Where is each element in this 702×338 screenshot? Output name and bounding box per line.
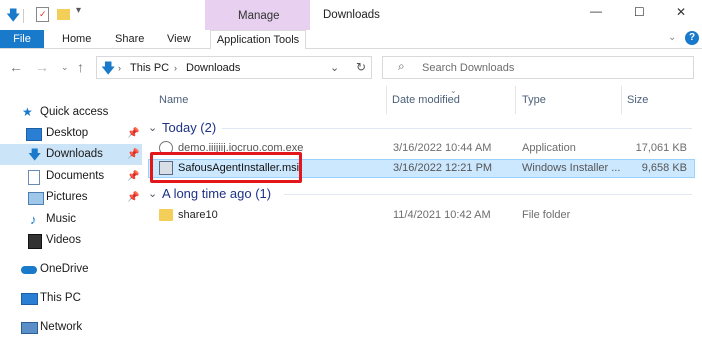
group-divider: [222, 128, 692, 129]
download-location-icon: 🡇: [101, 60, 116, 76]
sidebar-item-network[interactable]: Network: [0, 317, 142, 338]
manage-label: Manage: [238, 10, 280, 22]
column-header-date-modified[interactable]: Date modified: [392, 94, 460, 106]
pin-icon: 📌: [127, 171, 140, 182]
column-divider[interactable]: [515, 86, 516, 114]
expand-ribbon-icon[interactable]: ⌄: [668, 32, 676, 43]
sidebar-item-label: OneDrive: [40, 263, 89, 275]
computer-icon: [21, 293, 38, 305]
file-name: share10: [178, 209, 218, 221]
sidebar-item-this-pc[interactable]: This PC: [0, 288, 142, 309]
tab-home[interactable]: Home: [62, 30, 91, 48]
download-arrow-icon: 🡇: [28, 147, 42, 162]
sidebar-item-onedrive[interactable]: OneDrive: [0, 259, 142, 280]
close-button[interactable]: ✕: [676, 5, 686, 19]
sidebar-item-label: Downloads: [46, 148, 103, 160]
cloud-icon: [21, 266, 37, 274]
sidebar-item-videos[interactable]: Videos: [0, 230, 142, 251]
file-size: 17,061 KB: [635, 142, 687, 154]
quick-access-toolbar-download-icon[interactable]: 🡇: [6, 5, 20, 29]
tab-share[interactable]: Share: [115, 30, 144, 48]
star-icon: ★: [22, 105, 33, 119]
file-row[interactable]: share10 11/4/2021 10:42 AM File folder: [148, 206, 695, 225]
forward-button[interactable]: →: [35, 59, 49, 75]
sidebar-item-documents[interactable]: Documents 📌: [0, 166, 142, 187]
breadcrumb-downloads[interactable]: Downloads: [186, 62, 240, 74]
breadcrumb-separator-icon: ›: [174, 63, 177, 73]
sort-indicator-icon: ⌄: [450, 86, 457, 95]
sidebar-item-label: Pictures: [46, 191, 88, 203]
group-label: A long time ago (1): [162, 186, 272, 201]
refresh-icon[interactable]: ↻: [356, 60, 366, 74]
sidebar-item-downloads[interactable]: 🡇 Downloads 📌: [0, 144, 142, 165]
pin-icon: 📌: [127, 149, 140, 160]
file-size: 9,658 KB: [641, 162, 687, 174]
file-date: 3/16/2022 12:21 PM: [393, 162, 493, 174]
videos-icon: [28, 234, 42, 249]
file-type: Windows Installer ...: [522, 162, 621, 174]
column-divider[interactable]: [621, 86, 622, 114]
back-button[interactable]: ←: [9, 59, 23, 75]
red-highlight-box: [150, 152, 302, 183]
column-header-type[interactable]: Type: [522, 94, 546, 106]
tab-view[interactable]: View: [167, 30, 191, 48]
column-header-name[interactable]: Name: [159, 94, 188, 106]
sidebar-item-label: Music: [46, 213, 77, 225]
search-icon: ⌕: [398, 59, 405, 73]
group-label: Today (2): [162, 120, 217, 135]
ribbon-tab-strip: [0, 30, 702, 49]
help-icon[interactable]: ?: [685, 31, 699, 45]
pictures-icon: [28, 192, 44, 205]
customize-toolbar-icon[interactable]: ▾: [76, 5, 81, 16]
sidebar-item-label: Videos: [46, 234, 81, 246]
file-type: Application: [522, 142, 576, 154]
breadcrumb-separator-icon: ›: [118, 63, 121, 73]
group-header-today[interactable]: ⌄ Today (2): [148, 119, 695, 137]
sidebar-item-quick-access[interactable]: ★ Quick access: [0, 102, 142, 123]
documents-icon: [28, 170, 40, 185]
column-divider[interactable]: [386, 86, 387, 114]
breadcrumb-this-pc[interactable]: This PC: [130, 62, 169, 74]
file-date: 11/4/2021 10:42 AM: [393, 209, 491, 221]
sidebar-item-label: Desktop: [46, 127, 89, 139]
sidebar-item-label: Network: [40, 321, 83, 333]
recent-locations-icon[interactable]: ⌄: [61, 62, 69, 73]
toolbar-divider: [23, 9, 24, 23]
column-header-size[interactable]: Size: [627, 94, 648, 106]
pin-icon: 📌: [127, 128, 140, 139]
group-header-long-ago[interactable]: ⌄ A long time ago (1): [148, 185, 695, 203]
maximize-button[interactable]: ☐: [634, 5, 645, 19]
tab-file[interactable]: File: [0, 30, 44, 48]
window-title: Downloads: [323, 9, 380, 21]
new-folder-icon[interactable]: [57, 9, 70, 20]
collapse-chevron-icon[interactable]: ⌄: [148, 119, 157, 137]
sidebar-item-desktop[interactable]: Desktop 📌: [0, 123, 142, 144]
address-dropdown-icon[interactable]: ⌄: [330, 61, 339, 74]
search-input[interactable]: Search Downloads: [422, 62, 514, 74]
pin-icon: 📌: [127, 192, 140, 203]
desktop-icon: [26, 128, 42, 141]
sidebar-item-label: Quick access: [40, 106, 109, 118]
tab-application-tools[interactable]: Application Tools: [210, 30, 306, 49]
network-icon: [21, 322, 38, 334]
music-icon: ♪: [30, 212, 37, 227]
sidebar-item-label: This PC: [40, 292, 81, 304]
group-divider: [284, 194, 692, 195]
folder-icon: [159, 209, 173, 221]
collapse-chevron-icon[interactable]: ⌄: [148, 185, 157, 203]
sidebar-item-music[interactable]: ♪ Music: [0, 209, 142, 230]
file-type: File folder: [522, 209, 571, 221]
minimize-button[interactable]: —: [590, 4, 602, 18]
sidebar-item-pictures[interactable]: Pictures 📌: [0, 187, 142, 208]
up-button[interactable]: ↑: [77, 59, 84, 75]
sidebar-item-label: Documents: [46, 170, 105, 182]
file-date: 3/16/2022 10:44 AM: [393, 142, 492, 154]
properties-icon[interactable]: ✓: [36, 7, 49, 22]
